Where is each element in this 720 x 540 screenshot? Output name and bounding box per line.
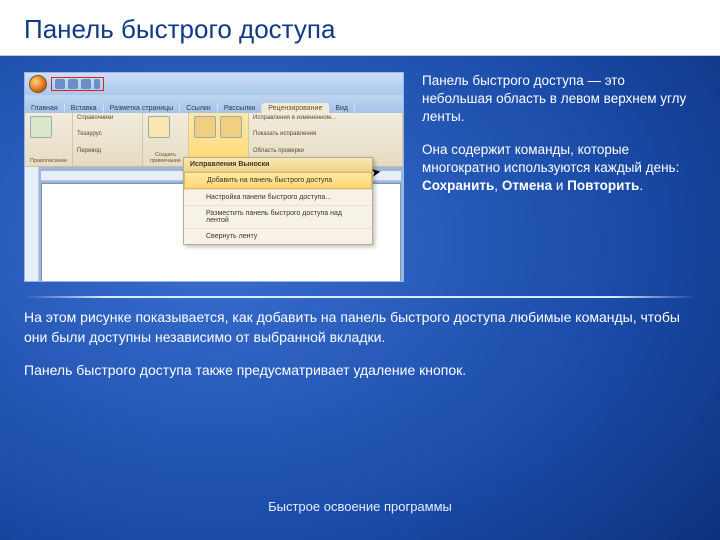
display-mode-button[interactable]: Исправления в измененном... [253, 115, 398, 121]
ctx-customize-qat[interactable]: Настройка панели быстрого доступа... [184, 189, 372, 205]
undo-icon[interactable] [68, 79, 78, 89]
context-menu: Исправления Выноски Добавить на панель б… [183, 157, 373, 245]
tab-layout[interactable]: Разметка страницы [104, 103, 181, 113]
redo-icon[interactable] [81, 79, 91, 89]
show-markup-button[interactable]: Показать исправления [253, 131, 398, 137]
lower-para-1: На этом рисунке показывается, как добави… [24, 308, 696, 347]
ruler-vertical [25, 167, 39, 281]
group-comment-label: Создать примечание [147, 152, 184, 164]
side-para-2: Она содержит команды, которые многократн… [422, 141, 696, 196]
track-changes-icon[interactable] [194, 116, 216, 138]
tab-insert[interactable]: Вставка [65, 103, 104, 113]
lower-text-block: На этом рисунке показывается, как добави… [0, 308, 720, 381]
ctx-add-to-qat[interactable]: Добавить на панель быстрого доступа [184, 172, 372, 189]
qat-highlight-box [51, 77, 104, 91]
slide-title: Панель быстрого доступа [0, 0, 720, 56]
lower-para-2: Панель быстрого доступа также предусматр… [24, 361, 696, 381]
ctx-move-qat[interactable]: Разместить панель быстрого доступа над л… [184, 205, 372, 228]
qat-row [25, 73, 403, 95]
new-comment-icon[interactable] [148, 116, 170, 138]
spellcheck-icon[interactable] [30, 116, 52, 138]
translate-button[interactable]: Перевод [77, 148, 138, 154]
tab-review[interactable]: Рецензирование [262, 103, 329, 113]
tab-mailings[interactable]: Рассылки [218, 103, 262, 113]
footer-text: Быстрое освоение программы [0, 499, 720, 514]
qat-dropdown-icon[interactable] [94, 79, 100, 89]
tab-home[interactable]: Главная [25, 103, 65, 113]
save-icon[interactable] [55, 79, 65, 89]
group-spelling-label: Правописание [29, 158, 68, 164]
thesaurus-button[interactable]: Тезаурус [77, 131, 138, 137]
context-menu-header: Исправления Выноски [184, 158, 372, 172]
ctx-minimize-ribbon[interactable]: Свернуть ленту [184, 228, 372, 244]
divider-line [24, 296, 696, 298]
balloons-icon[interactable] [220, 116, 242, 138]
side-para-1: Панель быстрого доступа — это небольшая … [422, 72, 696, 127]
tab-view[interactable]: Вид [329, 103, 355, 113]
side-text-block: Панель быстрого доступа — это небольшая … [422, 72, 696, 282]
office-button[interactable] [29, 75, 47, 93]
word-screenshot: Главная Вставка Разметка страницы Ссылки… [24, 72, 404, 282]
tab-references[interactable]: Ссылки [180, 103, 218, 113]
ribbon-tabs: Главная Вставка Разметка страницы Ссылки… [25, 95, 403, 113]
cursor-icon: ➤ [370, 164, 382, 180]
reviewing-pane-button[interactable]: Область проверки [253, 148, 398, 154]
research-button[interactable]: Справочники [77, 115, 138, 121]
